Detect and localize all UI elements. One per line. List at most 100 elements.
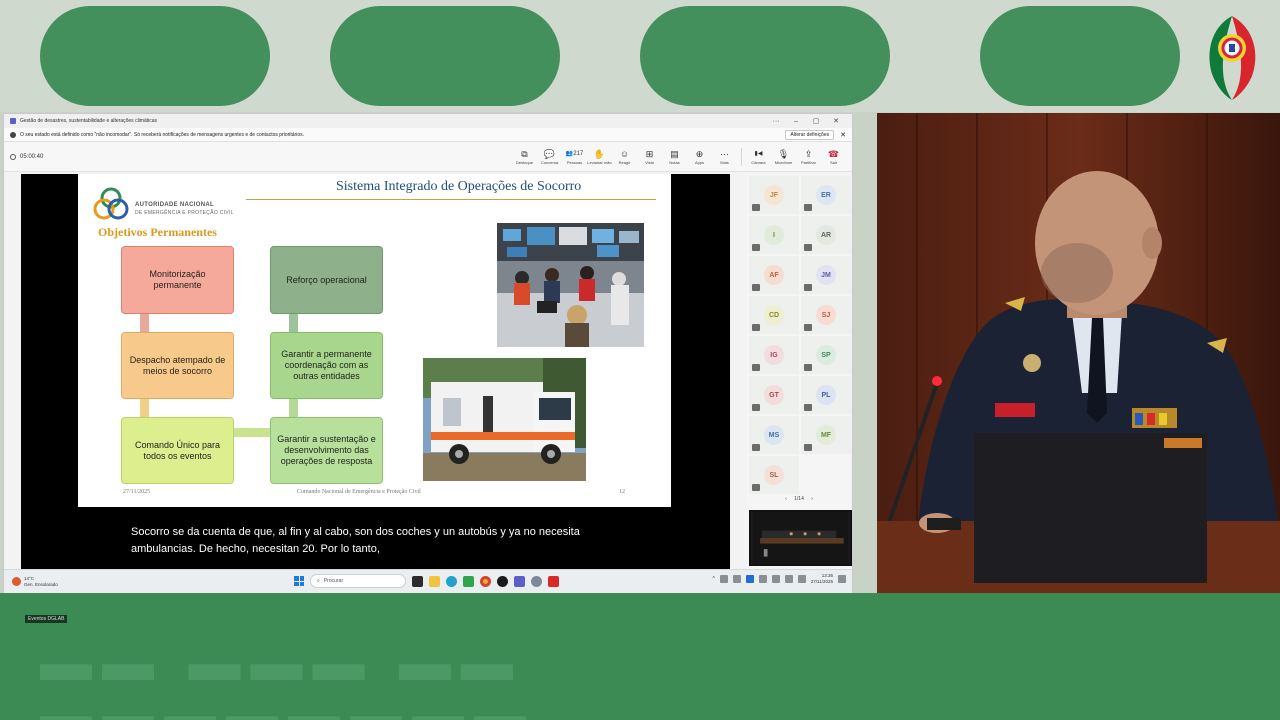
microphone-button[interactable]: 🎙 Microfone: [771, 149, 796, 165]
broadcast-background-bottom: ▬▬ ▬▬▬ ▬▬ ▬▬▬▬▬▬▬▬: [0, 593, 1280, 720]
box-coordenacao: Garantir a permanente coordenação com as…: [270, 332, 383, 399]
toolbar-divider: [741, 147, 742, 166]
wifi-icon[interactable]: [771, 575, 780, 583]
participant-tile[interactable]: JF: [749, 176, 799, 214]
search-icon: ⌕: [317, 578, 320, 584]
notes-button[interactable]: ▤ Notas: [662, 149, 687, 165]
windows-taskbar: 14°C Gen. Ensolarado ⌕ Procurar ^ 13:36 …: [4, 569, 852, 593]
participant-avatar: ER: [816, 185, 836, 205]
settings-icon[interactable]: [531, 575, 542, 587]
react-button[interactable]: ☺ Reagir: [612, 149, 637, 165]
share-button[interactable]: ⇪ Partilhar: [796, 149, 821, 165]
media-player-icon[interactable]: [497, 575, 508, 587]
participant-pager: ‹ 1/14 ›: [747, 496, 851, 502]
mic-muted-icon: [752, 204, 760, 211]
weather-widget[interactable]: 14°C Gen. Ensolarado: [4, 576, 104, 588]
participant-tile[interactable]: MS: [749, 416, 799, 454]
battery-icon[interactable]: [797, 575, 806, 583]
slide-page-number: 12: [619, 489, 625, 495]
participant-avatar: I: [764, 225, 784, 245]
next-page-button[interactable]: ›: [811, 496, 813, 502]
teams-meeting-window: Gestão de desastres, sustentabilidade e …: [3, 113, 853, 623]
participant-tile[interactable]: MF: [801, 416, 851, 454]
camera-button[interactable]: ▮◀ Câmara: [746, 149, 771, 165]
task-view-icon[interactable]: [412, 575, 423, 587]
meeting-toolbar: 05:00:40 ⧉ Desfoque 💬 Conversa 👥217 Pessoas…: [4, 142, 852, 172]
notification-center-icon[interactable]: [838, 575, 846, 583]
participant-tile[interactable]: I: [749, 216, 799, 254]
teams-mic-tray-icon[interactable]: [745, 575, 754, 583]
taskbar-clock[interactable]: 13:36 27/11/2025: [811, 573, 833, 585]
taskbar-search[interactable]: ⌕ Procurar: [310, 574, 406, 588]
leave-button[interactable]: ☎ Sair: [821, 149, 846, 165]
blur-label: Desfoque: [515, 159, 534, 165]
acrobat-icon[interactable]: [548, 575, 559, 587]
people-button[interactable]: 👥217 Pessoas: [562, 149, 587, 165]
store-icon[interactable]: [463, 575, 474, 587]
change-settings-button[interactable]: Alterar definições: [785, 129, 835, 140]
system-tray: ^ 13:36 27/11/2025: [712, 573, 846, 585]
emoji-icon: ☺: [619, 148, 630, 159]
mic-muted-icon: [804, 444, 812, 451]
connector: [289, 314, 298, 332]
grid-icon: ⊞: [645, 148, 654, 159]
speaker-icon[interactable]: [732, 575, 741, 583]
teams-icon[interactable]: [514, 575, 525, 587]
close-notification-icon[interactable]: ✕: [840, 131, 846, 139]
participant-avatar: JF: [764, 185, 784, 205]
edge-icon[interactable]: [446, 575, 457, 587]
participant-tile[interactable]: ER: [801, 176, 851, 214]
notes-icon: ▤: [670, 148, 679, 159]
participant-avatar: SL: [764, 465, 784, 485]
participant-tile[interactable]: SL: [749, 456, 799, 494]
participant-tile[interactable]: AR: [801, 216, 851, 254]
tray-chevron-icon[interactable]: ^: [712, 576, 714, 582]
network-icon[interactable]: [719, 575, 728, 583]
chat-button[interactable]: 💬 Conversa: [537, 149, 562, 165]
blur-button[interactable]: ⧉ Desfoque: [512, 149, 537, 165]
participant-tile[interactable]: SP: [801, 336, 851, 374]
chrome-icon[interactable]: [480, 575, 491, 587]
participant-tile[interactable]: CD: [749, 296, 799, 334]
presentation-slide: AUTORIDADE NACIONAL DE EMERGÊNCIA E PROT…: [78, 174, 671, 507]
chat-icon: 💬: [543, 148, 556, 159]
participant-tile[interactable]: JM: [801, 256, 851, 294]
participant-tile[interactable]: IG: [749, 336, 799, 374]
participant-tile[interactable]: PL: [801, 376, 851, 414]
participant-tile[interactable]: AF: [749, 256, 799, 294]
more-label: Mais: [720, 159, 729, 165]
chat-label: Conversa: [540, 159, 559, 165]
participants-panel: JF ER I AR AF JM CD SJ IG SP GT PL MS MF SL ‹ 1/14 ›: [747, 174, 852, 569]
box-sustentacao: Garantir a sustentação e desenvolvimento…: [270, 417, 383, 484]
volume-icon[interactable]: [784, 575, 793, 583]
raise-hand-button[interactable]: ✋ Levantar mão: [587, 149, 612, 165]
maximize-button[interactable]: ▢: [806, 117, 826, 125]
weather-description: Gen. Ensolarado: [24, 581, 58, 587]
box-reforco: Reforço operacional: [270, 246, 383, 314]
shared-screen-stage: AUTORIDADE NACIONAL DE EMERGÊNCIA E PROT…: [21, 174, 730, 623]
participant-avatar: AF: [764, 265, 784, 285]
participant-avatar: MS: [764, 425, 784, 445]
view-button[interactable]: ⊞ Vista: [637, 149, 662, 165]
close-window-button[interactable]: ✕: [826, 117, 846, 125]
self-view-video[interactable]: [749, 510, 852, 566]
display-icon[interactable]: [758, 575, 767, 583]
mic-muted-icon: [804, 284, 812, 291]
notes-label: Notas: [669, 159, 680, 165]
people-label: Pessoas: [566, 159, 583, 165]
participant-tile[interactable]: SJ: [801, 296, 851, 334]
search-placeholder: Procurar: [323, 578, 343, 584]
participant-tile[interactable]: GT: [749, 376, 799, 414]
raise-hand-label: Levantar mão: [587, 159, 612, 165]
more-options-button[interactable]: ···: [766, 118, 786, 125]
start-button[interactable]: [294, 576, 304, 586]
file-explorer-icon[interactable]: [429, 575, 440, 587]
minimize-button[interactable]: –: [786, 118, 806, 125]
apps-button[interactable]: ⊕ Apps: [687, 149, 712, 165]
prev-page-button[interactable]: ‹: [785, 496, 787, 502]
window-titlebar: Gestão de desastres, sustentabilidade e …: [4, 114, 852, 128]
mic-muted-icon: [752, 444, 760, 451]
more-button[interactable]: ··· Mais: [712, 149, 737, 165]
slide-footer-center: Comando Nacional de Emergência e Proteçã…: [297, 489, 421, 495]
share-label: Partilhar: [801, 159, 816, 165]
